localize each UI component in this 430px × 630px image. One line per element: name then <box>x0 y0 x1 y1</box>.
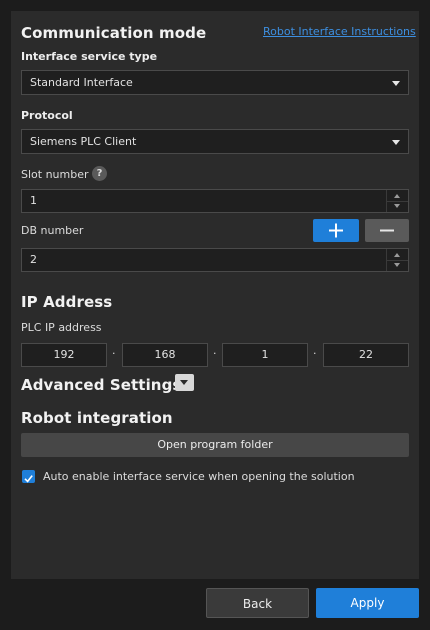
plc-ip-address-label: PLC IP address <box>21 321 102 334</box>
ip-separator: · <box>213 347 217 360</box>
interface-service-type-select[interactable]: Standard Interface <box>21 70 409 95</box>
ip-octet-2-input[interactable]: 168 <box>122 343 208 367</box>
chevron-down-icon <box>392 140 400 145</box>
minus-icon <box>380 229 394 232</box>
advanced-settings-toggle[interactable] <box>175 374 194 391</box>
open-program-folder-button[interactable]: Open program folder <box>21 433 409 457</box>
slot-number-input[interactable]: 1 <box>21 189 409 213</box>
add-button[interactable] <box>313 219 359 242</box>
db-number-input[interactable]: 2 <box>21 248 409 272</box>
back-button[interactable]: Back <box>206 588 309 618</box>
chevron-down-icon <box>180 380 188 385</box>
auto-enable-checkbox[interactable] <box>22 470 35 483</box>
db-number-label: DB number <box>21 224 84 237</box>
protocol-value: Siemens PLC Client <box>30 135 137 148</box>
slot-number-value: 1 <box>30 194 37 207</box>
plus-icon <box>329 223 343 238</box>
interface-service-type-value: Standard Interface <box>30 76 133 89</box>
help-icon[interactable]: ? <box>92 166 107 181</box>
robot-interface-instructions-link[interactable]: Robot Interface Instructions <box>263 25 416 38</box>
communication-mode-title: Communication mode <box>21 24 207 42</box>
ip-separator: · <box>112 347 116 360</box>
ip-octet-3-input[interactable]: 1 <box>222 343 308 367</box>
protocol-label: Protocol <box>21 109 73 122</box>
slot-number-decrement-button[interactable] <box>387 201 408 212</box>
caret-down-icon <box>394 204 400 208</box>
slot-number-label: Slot number <box>21 168 89 181</box>
slot-number-spinner <box>386 190 408 212</box>
chevron-down-icon <box>392 81 400 86</box>
caret-up-icon <box>394 253 400 257</box>
ip-address-title: IP Address <box>21 293 113 311</box>
advanced-settings-title: Advanced Settings <box>21 376 182 394</box>
protocol-select[interactable]: Siemens PLC Client <box>21 129 409 154</box>
robot-integration-title: Robot integration <box>21 409 173 427</box>
ip-octet-1-input[interactable]: 192 <box>21 343 107 367</box>
check-icon <box>24 475 33 483</box>
ip-octet-4-input[interactable]: 22 <box>323 343 409 367</box>
db-number-value: 2 <box>30 253 37 266</box>
caret-up-icon <box>394 194 400 198</box>
ip-separator: · <box>313 347 317 360</box>
apply-button[interactable]: Apply <box>316 588 419 618</box>
auto-enable-label: Auto enable interface service when openi… <box>43 470 355 483</box>
db-number-decrement-button[interactable] <box>387 260 408 271</box>
db-number-spinner <box>386 249 408 271</box>
caret-down-icon <box>394 263 400 267</box>
interface-service-type-label: Interface service type <box>21 50 158 63</box>
remove-button[interactable] <box>365 219 409 242</box>
